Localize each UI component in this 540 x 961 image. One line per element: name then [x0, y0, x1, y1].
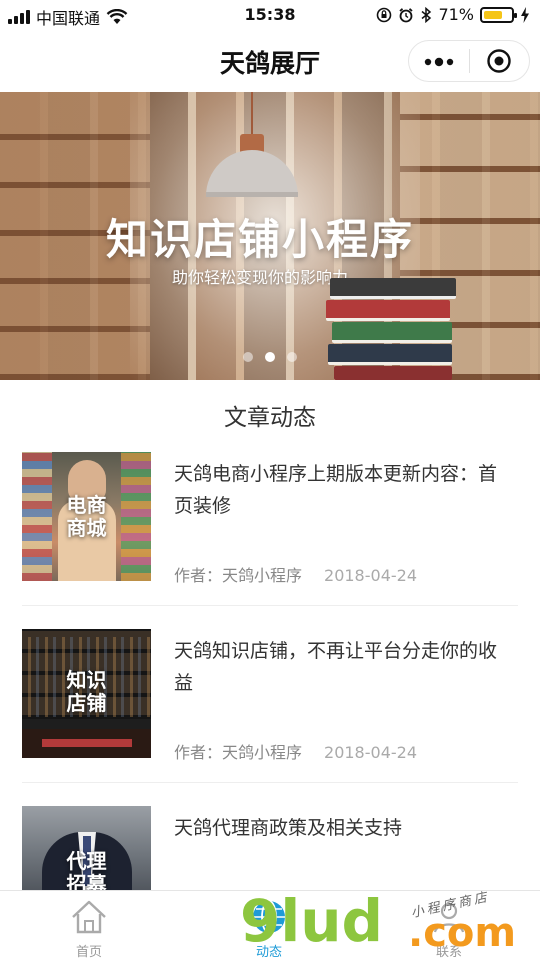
more-dots-icon — [424, 57, 453, 66]
target-close-icon — [487, 49, 511, 73]
battery-icon — [480, 6, 517, 23]
rotation-lock-icon — [377, 7, 392, 22]
article-divider — [22, 782, 518, 783]
article-thumb-label: 代理 招募 — [66, 849, 107, 891]
battery-percent: 71% — [438, 5, 474, 24]
tab-home[interactable]: 首页 — [29, 891, 149, 960]
watermark-logo: 9lud 小程序商店 .com — [240, 888, 540, 960]
navigation-bar: 天鸽展厅 — [0, 30, 540, 92]
home-icon — [72, 900, 106, 934]
tab-home-label: 首页 — [75, 945, 102, 960]
section-title: 文章动态 — [224, 405, 316, 431]
article-date: 2018-04-24 — [324, 743, 417, 762]
article-thumbnail: 代理 招募 — [22, 806, 151, 890]
article-item[interactable]: 电商 商城 天鸽电商小程序上期版本更新内容：首页装修 作者：天鸽小程序 2018-… — [22, 452, 518, 585]
alarm-icon — [399, 7, 414, 22]
miniprogram-capsule — [408, 40, 530, 82]
book-stack-image — [326, 278, 456, 380]
watermark-brand: 9lud — [240, 887, 384, 955]
charging-icon — [521, 6, 529, 23]
carousel-dot[interactable] — [287, 352, 297, 362]
article-title[interactable]: 天鸽知识店铺，不再让平台分走你的收益 — [174, 635, 514, 699]
carousel-dot[interactable] — [243, 352, 253, 362]
article-thumbnail: 知识 店铺 — [22, 629, 151, 758]
status-right: 71% — [376, 5, 530, 24]
article-meta: 作者：天鸽小程序 2018-04-24 — [174, 739, 417, 763]
close-miniprogram-button[interactable] — [469, 48, 529, 74]
article-title[interactable]: 天鸽电商小程序上期版本更新内容：首页装修 — [174, 458, 514, 522]
banner-title: 知识店铺小程序 — [105, 215, 414, 264]
carousel-indicators — [0, 352, 540, 362]
more-button[interactable] — [409, 52, 469, 71]
article-item[interactable]: 代理 招募 天鸽代理商政策及相关支持 — [22, 806, 518, 890]
article-title[interactable]: 天鸽代理商政策及相关支持 — [174, 812, 514, 844]
battery-fill — [484, 10, 503, 19]
lamp-rim — [206, 192, 298, 197]
article-date: 2018-04-24 — [324, 566, 417, 585]
article-thumb-label: 电商 商城 — [66, 493, 107, 540]
article-thumb-label: 知识 店铺 — [66, 668, 107, 715]
article-item[interactable]: 知识 店铺 天鸽知识店铺，不再让平台分走你的收益 作者：天鸽小程序 2018-04… — [22, 629, 518, 762]
article-divider — [22, 605, 518, 606]
banner-carousel[interactable]: 知识店铺小程序 助你轻松变现你的影响力 — [0, 92, 540, 380]
bluetooth-icon — [421, 6, 432, 23]
carousel-dot-active[interactable] — [265, 352, 275, 362]
status-bar: 中国联通 15:38 71% — [0, 0, 540, 30]
watermark-domain: .com — [408, 910, 517, 956]
article-thumbnail: 电商 商城 — [22, 452, 151, 581]
article-author: 作者：天鸽小程序 — [174, 566, 303, 585]
article-meta: 作者：天鸽小程序 2018-04-24 — [174, 562, 417, 586]
article-author: 作者：天鸽小程序 — [174, 743, 303, 762]
